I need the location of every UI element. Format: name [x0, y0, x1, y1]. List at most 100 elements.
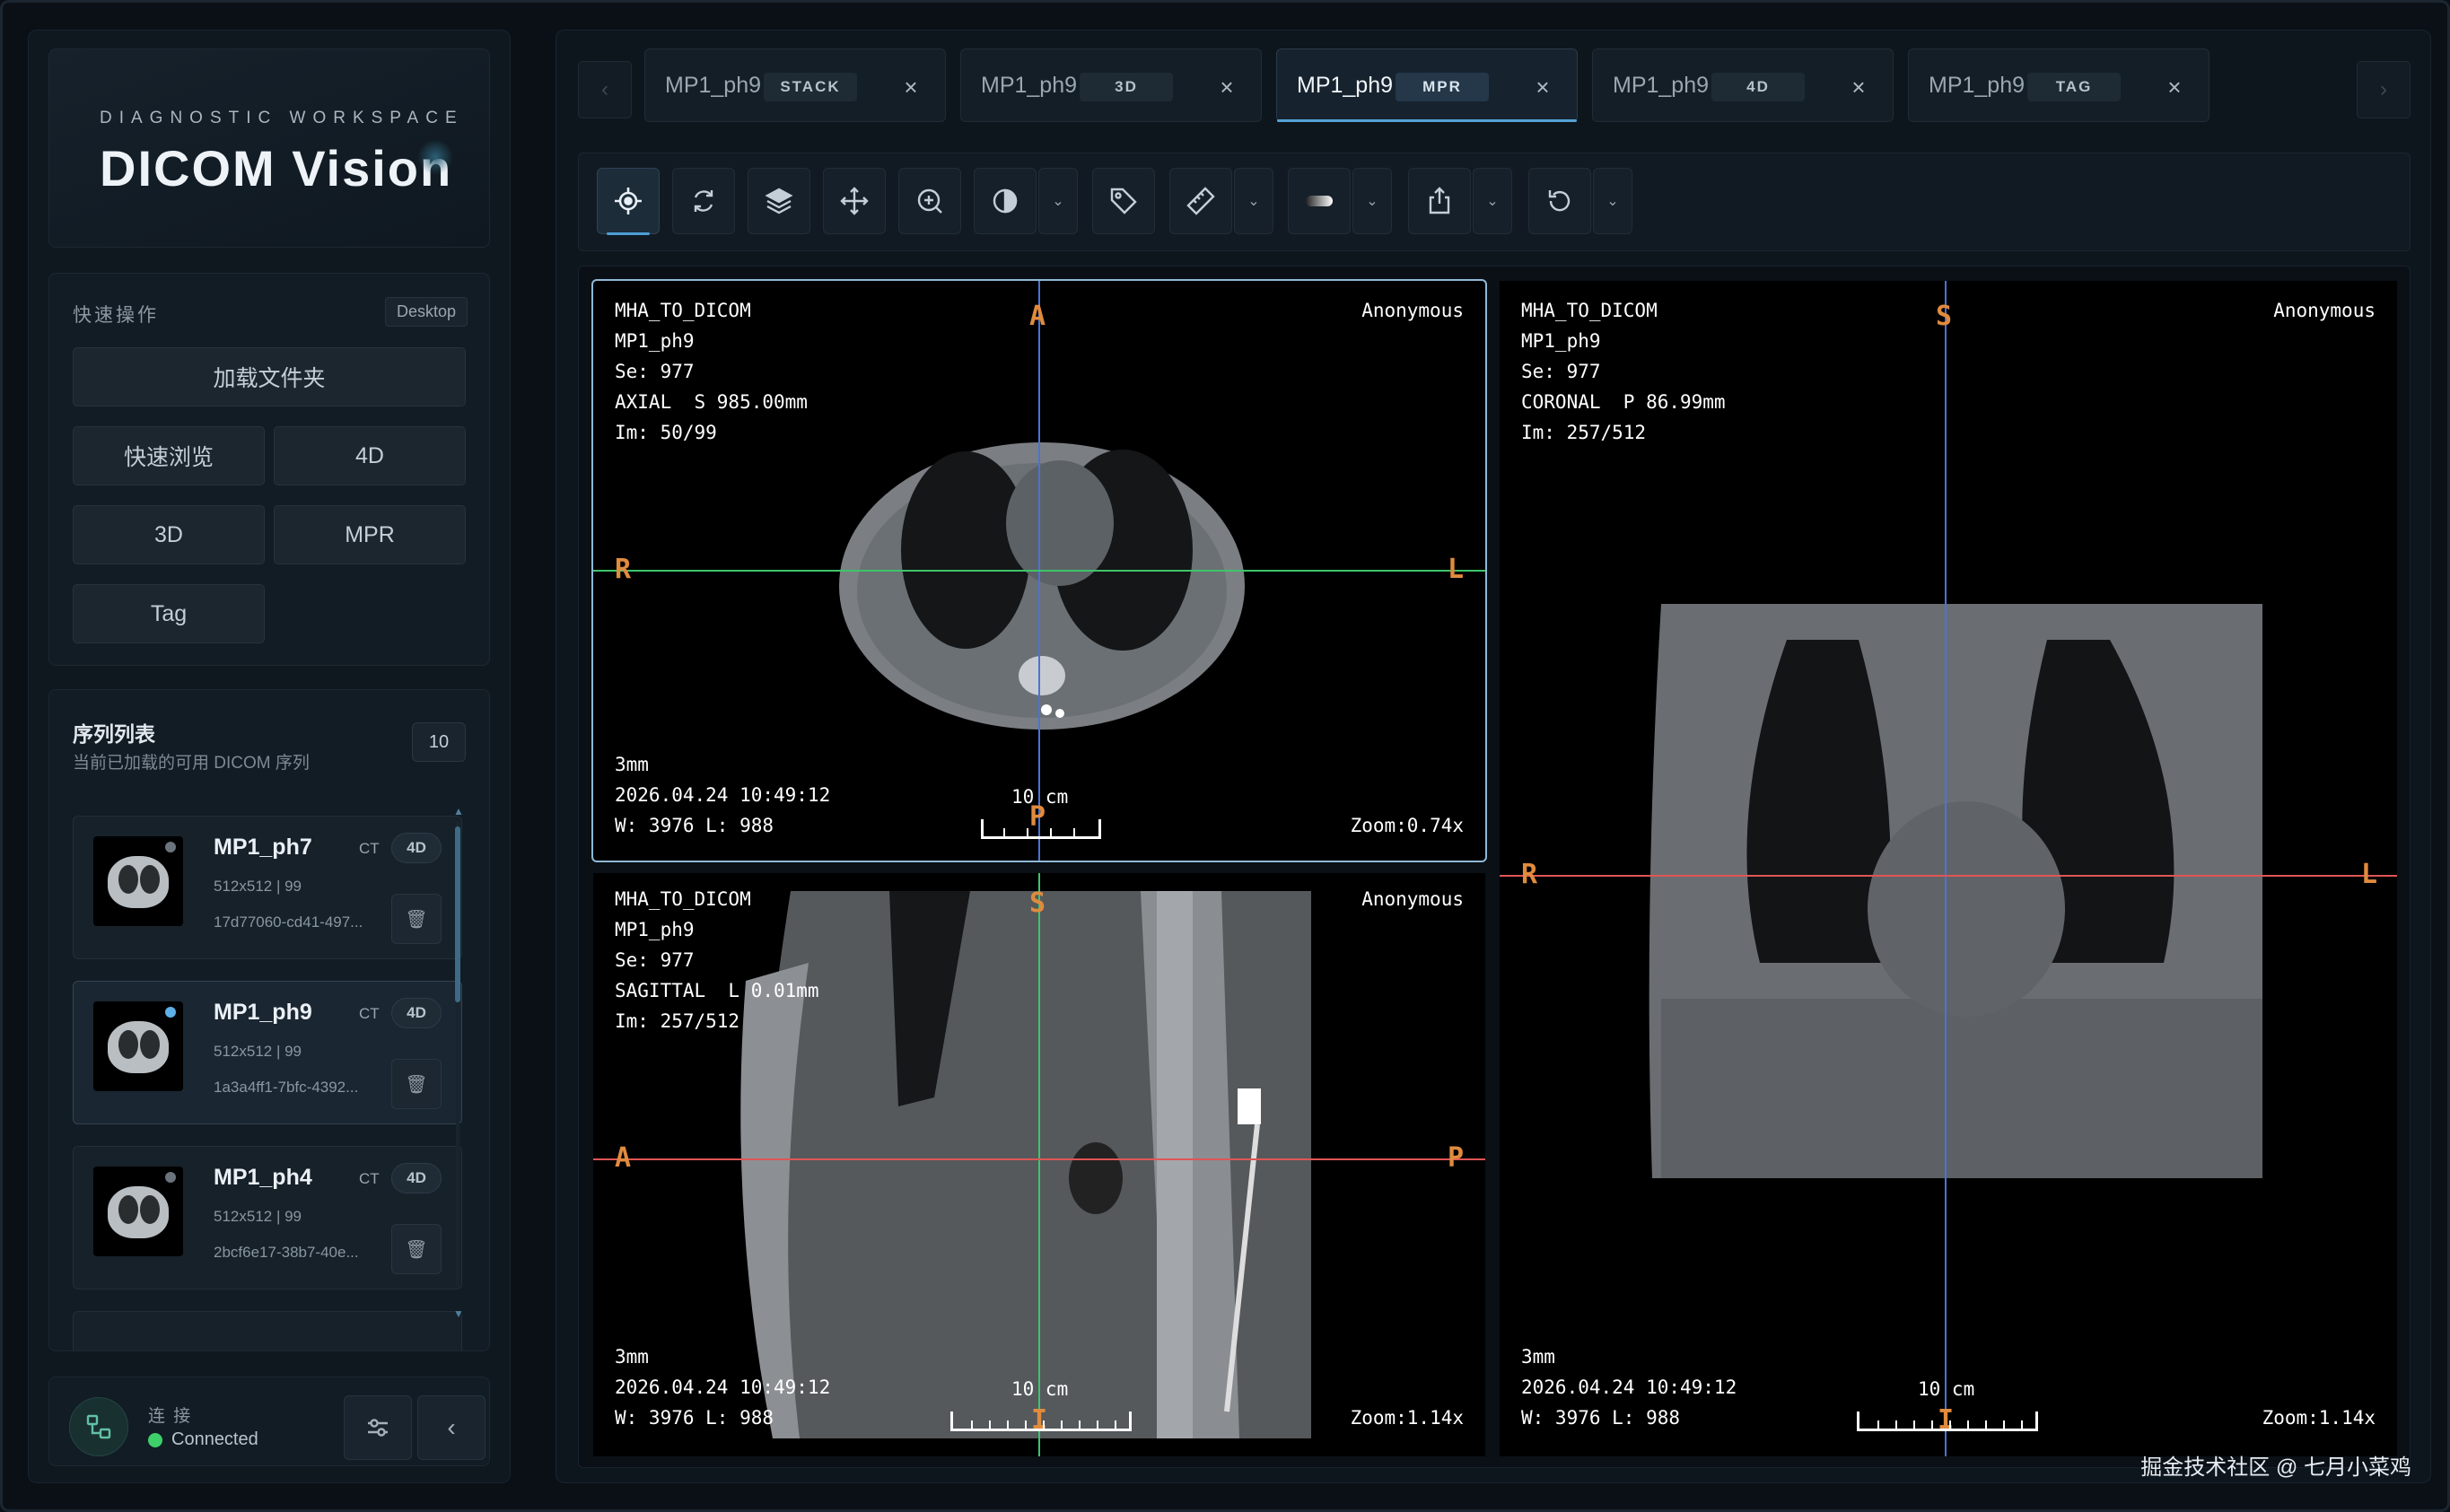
delete-series-button[interactable]: 🗑: [391, 1224, 442, 1274]
series-name: MP1_ph4: [214, 1165, 312, 1190]
annotation-tool-button[interactable]: [1092, 168, 1155, 234]
tag-button[interactable]: Tag: [73, 584, 265, 643]
ruler-icon: [1186, 187, 1215, 215]
mode-3d-button[interactable]: 3D: [73, 505, 265, 564]
window-level-tool-button[interactable]: [974, 168, 1037, 234]
chevron-down-icon: ⌄: [1366, 194, 1378, 209]
tab-3d[interactable]: MP1_ph9 3D ×: [960, 48, 1262, 122]
mode-4d-button[interactable]: 4D: [274, 426, 466, 485]
tab-mpr[interactable]: MP1_ph9 MPR ×: [1276, 48, 1578, 122]
sagittal-scale-label: 10 cm: [1011, 1378, 1069, 1400]
pan-icon: [840, 187, 869, 215]
crosshair-horizontal-line[interactable]: [593, 1158, 1485, 1160]
series-dimensions: 512x512 | 99: [214, 1043, 302, 1060]
axial-patient-name: Anonymous: [1361, 300, 1464, 321]
export-dropdown[interactable]: ⌄: [1473, 168, 1512, 234]
crosshair-tool-button[interactable]: [597, 168, 660, 235]
rotate-tool-button[interactable]: [672, 168, 735, 234]
contrast-icon: [993, 188, 1018, 214]
axial-zoom-level: Zoom:0.74x: [1350, 815, 1464, 836]
crosshair-horizontal-line[interactable]: [593, 570, 1485, 572]
series-card-selected[interactable]: MP1_ph9 CT 4D 512x512 | 99 1a3a4ff1-7bfc…: [73, 981, 462, 1124]
sagittal-viewport[interactable]: MHA_TO_DICOM MP1_ph9 Se: 977 SAGITTAL L …: [593, 873, 1485, 1456]
tab-stack[interactable]: MP1_ph9 STACK ×: [644, 48, 946, 122]
close-tab-icon[interactable]: ×: [1211, 71, 1243, 103]
crosshair-vertical-line[interactable]: [1038, 873, 1040, 1456]
scroll-up-icon[interactable]: ▲: [453, 805, 464, 817]
axial-series-info: MHA_TO_DICOM MP1_ph9 Se: 977 AXIAL S 985…: [615, 300, 808, 443]
series-4d-badge[interactable]: 4D: [391, 1163, 442, 1193]
status-led-icon: [148, 1432, 162, 1447]
orientation-left-label: A: [615, 1142, 632, 1174]
layers-tool-button[interactable]: [748, 168, 810, 234]
coronal-scale-label: 10 cm: [1918, 1378, 1975, 1400]
close-tab-icon[interactable]: ×: [895, 71, 927, 103]
colormap-tool-button[interactable]: [1288, 168, 1351, 234]
tab-series-name: MP1_ph9: [1929, 73, 2026, 98]
export-icon: [1429, 187, 1450, 214]
window-level-dropdown[interactable]: ⌄: [1038, 168, 1078, 234]
connection-status-panel: 连 接 Connected ‹: [48, 1377, 490, 1466]
series-card[interactable]: MP1_ph4 CT 4D 512x512 | 99 2bcf6e17-38b7…: [73, 1146, 462, 1289]
network-icon: [69, 1397, 128, 1456]
quick-browse-button[interactable]: 快速浏览: [73, 426, 265, 485]
tab-4d[interactable]: MP1_ph9 4D ×: [1592, 48, 1894, 122]
settings-button[interactable]: [344, 1395, 412, 1460]
collapse-sidebar-button[interactable]: ‹: [417, 1395, 486, 1460]
zoom-icon: [917, 188, 942, 214]
close-tab-icon[interactable]: ×: [2158, 71, 2191, 103]
coronal-acquisition-info: 3mm 2026.04.24 10:49:12 W: 3976 L: 988: [1521, 1346, 1737, 1429]
series-card-partial[interactable]: [73, 1311, 462, 1350]
brand-title: DICOM Vision: [100, 140, 453, 197]
zoom-tool-button[interactable]: [898, 168, 961, 234]
tab-scroll-right-button[interactable]: ›: [2357, 61, 2411, 118]
series-uid: 17d77060-cd41-497...: [214, 913, 363, 931]
orientation-top-label: A: [1029, 301, 1046, 332]
series-thumbnail: [93, 1001, 183, 1091]
chevron-down-icon: ⌄: [1052, 194, 1064, 209]
delete-series-button[interactable]: 🗑: [391, 1059, 442, 1109]
series-modality: CT: [359, 1005, 380, 1022]
pan-tool-button[interactable]: [823, 168, 886, 234]
export-tool-button[interactable]: [1408, 168, 1471, 234]
close-tab-icon[interactable]: ×: [1842, 71, 1875, 103]
tab-tag[interactable]: MP1_ph9 TAG ×: [1908, 48, 2209, 122]
measure-dropdown[interactable]: ⌄: [1234, 168, 1273, 234]
chevron-down-icon: ⌄: [1486, 194, 1499, 209]
scrollbar-thumb[interactable]: [455, 826, 460, 1002]
orientation-right-label: L: [1448, 554, 1465, 585]
crosshair-vertical-line[interactable]: [1945, 281, 1947, 1456]
axial-scale-label: 10 cm: [1011, 786, 1069, 808]
series-card[interactable]: MP1_ph7 CT 4D 512x512 | 99 17d77060-cd41…: [73, 816, 462, 959]
axial-viewport[interactable]: MHA_TO_DICOM MP1_ph9 Se: 977 AXIAL S 985…: [591, 279, 1487, 862]
app-window: DIAGNOSTIC WORKSPACE DICOM Vision 快速操作 D…: [0, 0, 2450, 1512]
coronal-ct-image: [1649, 604, 2262, 1178]
series-count-badge: 10: [412, 722, 466, 762]
mode-mpr-button[interactable]: MPR: [274, 505, 466, 564]
chevron-down-icon: ⌄: [1606, 194, 1619, 209]
reset-dropdown[interactable]: ⌄: [1593, 168, 1632, 234]
series-4d-badge[interactable]: 4D: [391, 833, 442, 863]
orientation-left-label: R: [1521, 859, 1538, 890]
series-modality: CT: [359, 1170, 380, 1187]
tab-mode-badge: 4D: [1711, 73, 1805, 101]
load-folder-button[interactable]: 加载文件夹: [73, 347, 466, 406]
close-tab-icon[interactable]: ×: [1527, 71, 1559, 103]
chevron-left-icon: ‹: [447, 1413, 456, 1441]
trash-icon: 🗑: [405, 1074, 428, 1095]
crosshair-horizontal-line[interactable]: [1500, 875, 2397, 877]
series-scrollbar[interactable]: ▲ ▼: [453, 805, 464, 1320]
series-list-heading: 序列列表: [73, 722, 155, 746]
quick-actions-heading: 快速操作: [73, 305, 159, 326]
tab-scroll-left-button[interactable]: ‹: [578, 61, 632, 118]
colormap-dropdown[interactable]: ⌄: [1352, 168, 1392, 234]
series-4d-badge[interactable]: 4D: [391, 998, 442, 1028]
series-dimensions: 512x512 | 99: [214, 1208, 302, 1225]
coronal-viewport[interactable]: MHA_TO_DICOM MP1_ph9 Se: 977 CORONAL P 8…: [1500, 281, 2397, 1456]
reset-tool-button[interactable]: [1528, 168, 1591, 234]
series-name: MP1_ph9: [214, 1000, 312, 1025]
scroll-down-icon[interactable]: ▼: [453, 1307, 464, 1320]
delete-series-button[interactable]: 🗑: [391, 894, 442, 944]
main-workspace: ‹ MP1_ph9 STACK × MP1_ph9 3D × MP1_ph9 M…: [556, 30, 2431, 1483]
measure-tool-button[interactable]: [1169, 168, 1232, 234]
